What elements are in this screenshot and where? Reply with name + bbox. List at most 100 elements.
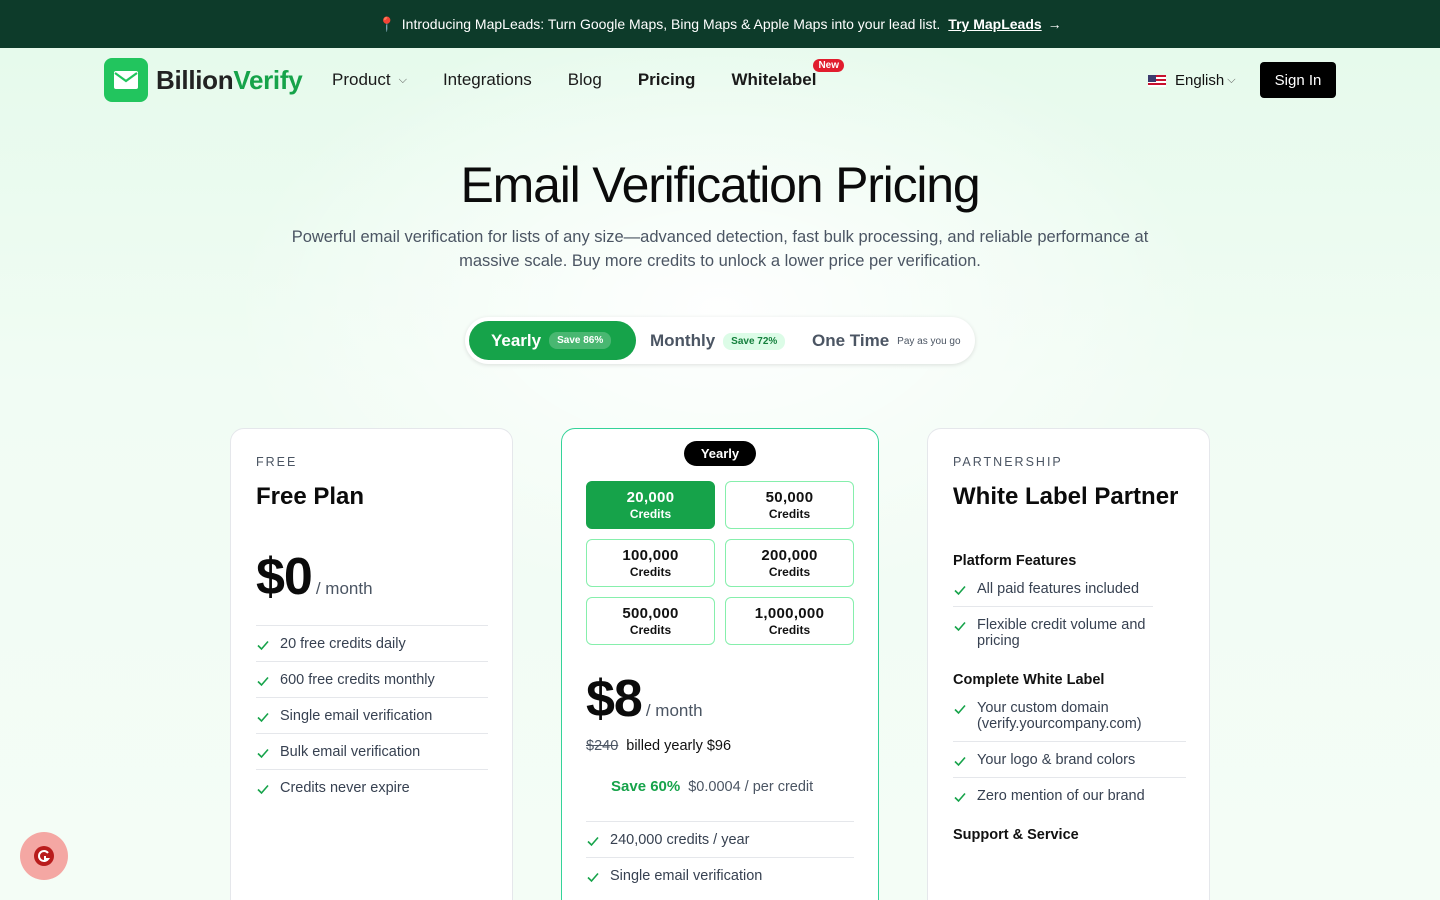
credit-amount: 200,000 <box>761 547 818 564</box>
chevron-down-icon: ⌵ <box>1227 74 1236 86</box>
one-time-note: Pay as you go <box>897 335 961 347</box>
envelope-logo-icon <box>104 58 148 102</box>
list-item: Zero mention of our brand <box>953 777 1186 813</box>
banner-text: Introducing MapLeads: Turn Google Maps, … <box>401 16 941 32</box>
check-icon <box>257 784 269 795</box>
feature-text: 20 free credits daily <box>280 636 406 652</box>
partner-plan-card: PARTNERSHIP White Label Partner Platform… <box>927 428 1210 900</box>
plan-title: White Label Partner <box>953 483 1179 510</box>
nav-links: Product ⌵ Integrations Blog Pricing White… <box>332 59 852 90</box>
list-item: Credits never expire <box>256 769 488 805</box>
yearly-save-badge: Save 86% <box>549 332 612 349</box>
credit-unit: Credits <box>768 565 811 579</box>
original-price: $240 <box>586 738 619 754</box>
feature-text: Zero mention of our brand <box>977 788 1145 804</box>
toggle-monthly-label: Monthly <box>650 331 716 350</box>
check-icon <box>587 836 599 847</box>
credit-unit: Credits <box>629 565 672 579</box>
nav-blog[interactable]: Blog <box>568 70 602 90</box>
check-icon <box>257 640 269 651</box>
partner-features: Platform Features All paid features incl… <box>953 553 1186 857</box>
list-item: 20 free credits daily <box>256 625 488 661</box>
credit-unit: Credits <box>768 507 811 521</box>
nav-product-label: Product <box>332 70 391 89</box>
price-amount: $8 <box>586 670 643 728</box>
paid-plan-card: Yearly 20,000 Credits 50,000 Credits 100,0… <box>561 428 879 900</box>
check-icon <box>954 792 966 803</box>
list-item: Bulk email verification <box>256 733 488 769</box>
feature-group: Support & Service <box>953 827 1186 843</box>
plan-price: $8/ month <box>586 669 703 729</box>
check-icon <box>954 704 966 715</box>
feature-list: 20 free credits daily 600 free credits m… <box>256 625 488 805</box>
nav-pricing[interactable]: Pricing <box>638 70 696 90</box>
monthly-save-badge: Save 72% <box>723 332 786 350</box>
feature-text: Single email verification <box>610 868 763 884</box>
nav-integrations[interactable]: Integrations <box>443 70 532 90</box>
price-period: / month <box>315 579 373 598</box>
credit-option-20000[interactable]: 20,000 Credits <box>586 481 715 529</box>
price-amount: $0 <box>256 548 313 606</box>
chat-widget-button[interactable] <box>20 832 68 880</box>
check-icon <box>954 756 966 767</box>
credit-amount: 50,000 <box>765 489 814 506</box>
toggle-one-time[interactable]: One Time Pay as you go <box>812 331 961 351</box>
feature-text: All paid features included <box>977 581 1140 597</box>
nav-whitelabel-label: Whitelabel <box>731 70 817 89</box>
nav-product[interactable]: Product ⌵ <box>332 70 407 90</box>
feature-text: Single email verification <box>280 708 433 724</box>
feature-text: Bulk email verification <box>280 744 421 760</box>
check-icon <box>954 621 966 632</box>
check-icon <box>587 872 599 883</box>
feature-list: 240,000 credits / year Single email veri… <box>586 821 854 893</box>
feature-text: 600 free credits monthly <box>280 672 435 688</box>
credit-amount: 500,000 <box>622 605 679 622</box>
nav-whitelabel[interactable]: Whitelabel New <box>731 59 844 90</box>
yearly-badge: Yearly <box>684 441 756 466</box>
toggle-yearly[interactable]: Yearly Save 86% <box>469 321 636 360</box>
list-item: Single email verification <box>586 857 854 893</box>
page-subtitle: Powerful email verification for lists of… <box>291 228 1149 270</box>
feature-text: 240,000 credits / year <box>610 832 750 848</box>
credit-option-500000[interactable]: 500,000 Credits <box>586 597 715 645</box>
check-icon <box>954 585 966 596</box>
credit-option-50000[interactable]: 50,000 Credits <box>725 481 854 529</box>
list-item: Your logo & brand colors <box>953 741 1186 777</box>
announcement-banner: 📍 Introducing MapLeads: Turn Google Maps… <box>0 0 1440 48</box>
credit-option-100000[interactable]: 100,000 Credits <box>586 539 715 587</box>
map-pin-icon: 📍 <box>378 15 396 32</box>
arrow-right-icon[interactable]: → <box>1048 16 1062 32</box>
sign-in-button[interactable]: Sign In <box>1260 62 1336 98</box>
logo-wordmark: BillionVerify <box>156 64 303 96</box>
plan-price: $0/ month <box>256 547 373 607</box>
language-label: English <box>1175 72 1225 89</box>
credit-option-1000000[interactable]: 1,000,000 Credits <box>725 597 854 645</box>
credit-options: 20,000 Credits 50,000 Credits 100,000 Credi… <box>586 481 854 645</box>
feature-text: Your custom domain (verify.yourcompany.c… <box>977 700 1142 732</box>
check-icon <box>257 712 269 723</box>
try-mapleads-link[interactable]: Try MapLeads <box>948 16 1041 32</box>
billing-summary: $240 billed yearly $96 <box>586 738 731 754</box>
plan-title: Free Plan <box>256 483 365 510</box>
toggle-monthly[interactable]: Monthly Save 72% <box>650 331 786 351</box>
language-selector[interactable]: English ⌵ <box>1148 72 1236 89</box>
feature-text: Your logo & brand colors <box>977 752 1136 768</box>
chevron-down-icon: ⌵ <box>398 73 407 86</box>
credit-unit: Credits <box>629 623 672 637</box>
savings-line: Save 60% $0.0004 / per credit <box>611 778 813 795</box>
per-credit-price: $0.0004 / per credit <box>688 779 814 795</box>
feature-text: Credits never expire <box>280 780 410 796</box>
plan-eyebrow: FREE <box>256 455 298 469</box>
billed-text: billed yearly $96 <box>626 738 732 754</box>
new-badge: New <box>813 59 844 72</box>
logo[interactable]: BillionVerify <box>104 58 303 102</box>
list-item: Your custom domain (verify.yourcompany.c… <box>953 694 1186 741</box>
list-item: 240,000 credits / year <box>586 821 854 857</box>
list-item: Single email verification <box>256 697 488 733</box>
logo-text-verify: Verify <box>233 64 303 95</box>
credit-option-200000[interactable]: 200,000 Credits <box>725 539 854 587</box>
credit-unit: Credits <box>768 623 811 637</box>
price-period: / month <box>645 701 703 720</box>
check-icon <box>257 676 269 687</box>
us-flag-icon <box>1148 74 1166 87</box>
